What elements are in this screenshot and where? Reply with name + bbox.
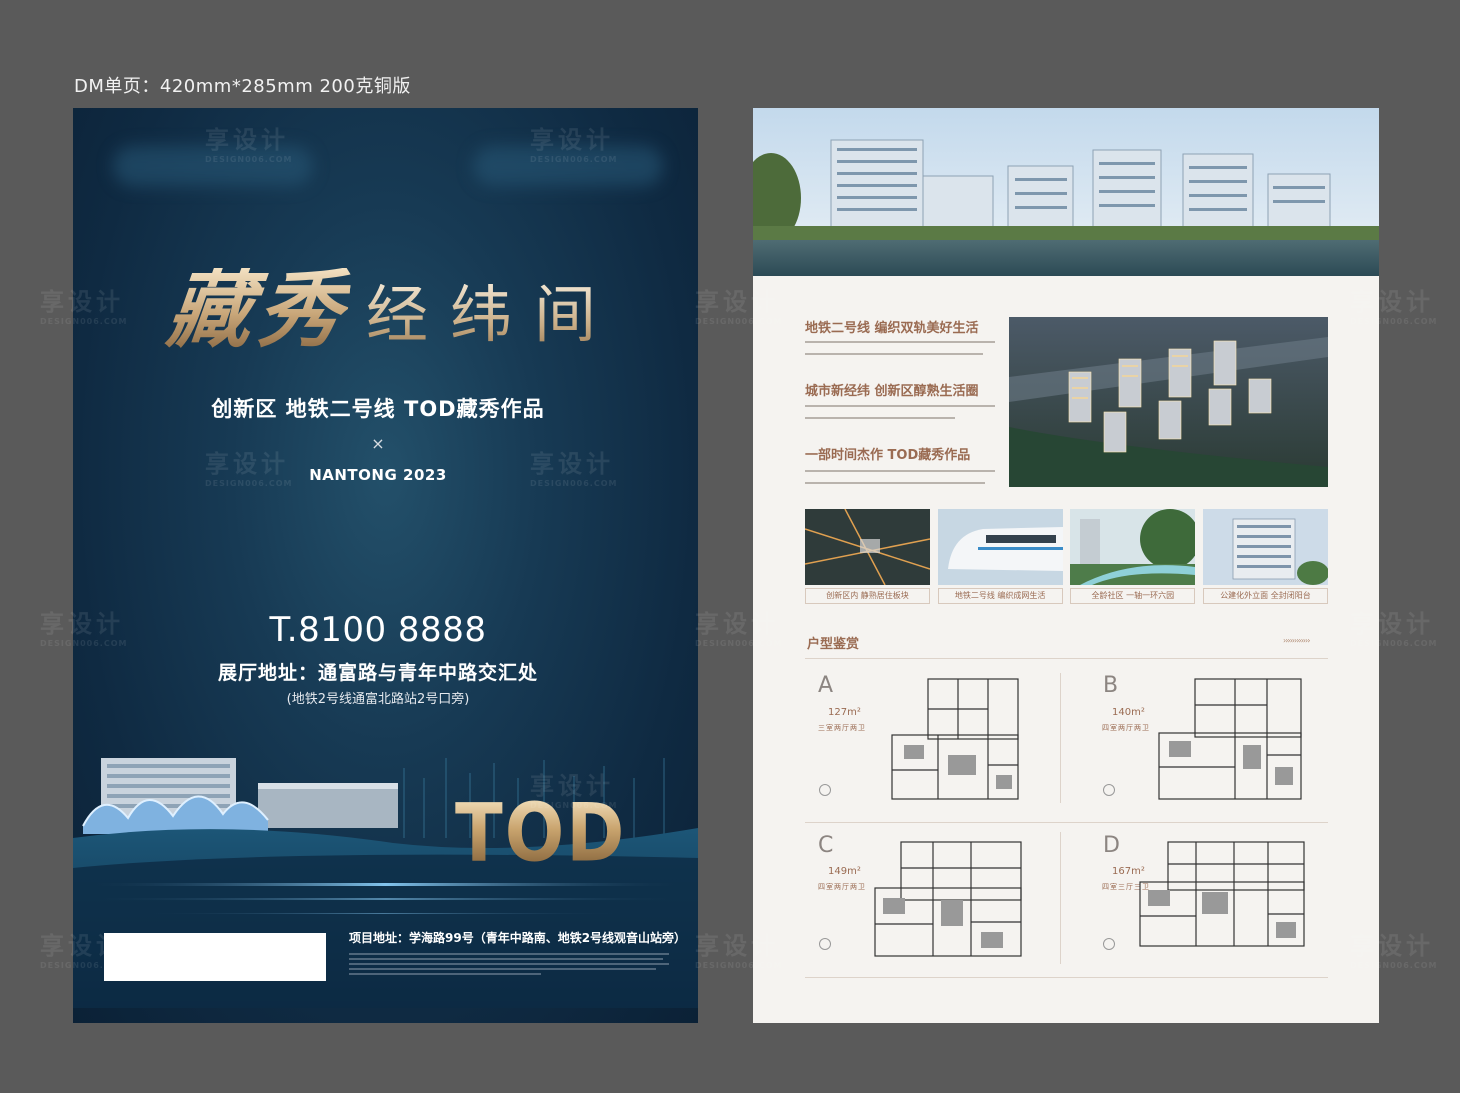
blank-logo-box	[104, 933, 326, 981]
plan-area-a: 127m²	[828, 707, 861, 718]
compass-icon	[819, 938, 831, 950]
thumb-card: 公建化外立面 全封闭阳台	[1202, 509, 1328, 604]
phone-number: T.8100 8888	[269, 610, 487, 650]
front-page: 藏秀 经纬间 创新区 地铁二号线 TOD藏秀作品 × NANTONG 2023 …	[73, 108, 698, 1023]
plan-divider-vertical	[1060, 673, 1061, 803]
floorplan-b	[1158, 678, 1302, 800]
fine-print-disclaimer	[349, 950, 669, 978]
plan-area-c: 149m²	[828, 866, 861, 877]
floorplan-a	[891, 678, 1019, 800]
title-plain: 经纬间	[366, 278, 619, 351]
section-divider	[805, 658, 1328, 659]
thumb-caption: 公建化外立面 全封闭阳台	[1202, 588, 1328, 604]
compass-icon	[819, 784, 831, 796]
tod-3d-letters: TOD	[455, 785, 627, 881]
aerial-render-photo	[1009, 317, 1328, 487]
thumb-card: 创新区内 静熟居住板块	[805, 509, 930, 604]
blurred-logo-right	[473, 146, 663, 186]
city-year: NANTONG 2023	[309, 466, 447, 484]
blurb-text-line	[805, 482, 985, 484]
blurred-logo-left	[113, 146, 313, 186]
floorplan-d	[1139, 841, 1305, 947]
blurb-text-line	[805, 417, 955, 419]
blurb-title-2: 城市新经纬 创新区醇熟生活圈	[805, 384, 979, 399]
thumb-metro-train	[937, 509, 1063, 585]
thumb-caption: 地铁二号线 编织成网生活	[937, 588, 1063, 604]
plan-type-b: 四室两厅两卫	[1102, 724, 1150, 732]
compass-icon	[1103, 938, 1115, 950]
plan-type-a: 三室两厅两卫	[818, 724, 866, 732]
plan-area-b: 140m²	[1112, 707, 1145, 718]
compass-icon	[1103, 784, 1115, 796]
cross-mark: ×	[371, 434, 385, 453]
thumb-card: 全龄社区 一轴一环六园	[1070, 509, 1196, 604]
plan-type-c: 四室两厅两卫	[818, 883, 866, 891]
plan-divider-vertical	[1060, 832, 1061, 964]
blurb-text-line	[805, 353, 983, 355]
plan-divider	[805, 822, 1328, 823]
floorplan-c	[874, 841, 1022, 957]
thumb-card: 地铁二号线 编织成网生活	[937, 509, 1063, 604]
hall-address-note: (地铁2号线通富北路站2号口旁)	[286, 692, 470, 707]
hero-building-photo	[753, 108, 1379, 276]
hall-address: 展厅地址：通富路与青年中路交汇处	[217, 662, 538, 684]
blurb-text-line	[805, 341, 995, 343]
feature-thumbnails: 创新区内 静熟居住板块 地铁二号线 编织成网生活 全龄社区 一轴一环六园 公建化…	[805, 509, 1328, 604]
plan-letter-b: B	[1103, 673, 1119, 698]
back-page: 地铁二号线 编织双轨美好生活 城市新经纬 创新区醇熟生活圈 一部时间杰作 TOD…	[753, 108, 1379, 1023]
section-arrows: ››››››››››››	[1283, 636, 1310, 645]
thumb-caption: 创新区内 静熟居住板块	[805, 588, 930, 604]
floorplan-section-title: 户型鉴赏	[807, 637, 860, 652]
front-subtitle: 创新区 地铁二号线 TOD藏秀作品	[211, 397, 545, 421]
blurb-title-3: 一部时间杰作 TOD藏秀作品	[805, 448, 971, 463]
blurb-text-line	[805, 470, 995, 472]
spec-label: DM单页：420mm*285mm 200克铜版	[74, 76, 411, 97]
project-title: 藏秀 经纬间	[163, 260, 619, 359]
plan-bottom-divider	[805, 977, 1328, 978]
title-calligraphy: 藏秀	[162, 260, 354, 359]
thumb-garden	[1070, 509, 1196, 585]
thumb-caption: 全龄社区 一轴一环六园	[1070, 588, 1196, 604]
plan-letter-c: C	[818, 833, 834, 858]
plan-letter-d: D	[1103, 833, 1120, 858]
plan-letter-a: A	[818, 673, 834, 698]
blurb-text-line	[805, 405, 995, 407]
thumb-facade	[1202, 509, 1328, 585]
blurb-title-1: 地铁二号线 编织双轨美好生活	[805, 321, 979, 336]
project-address: 项目地址：学海路99号（青年中路南、地铁2号线观音山站旁）	[349, 931, 687, 945]
thumb-aerial-map	[805, 509, 930, 585]
